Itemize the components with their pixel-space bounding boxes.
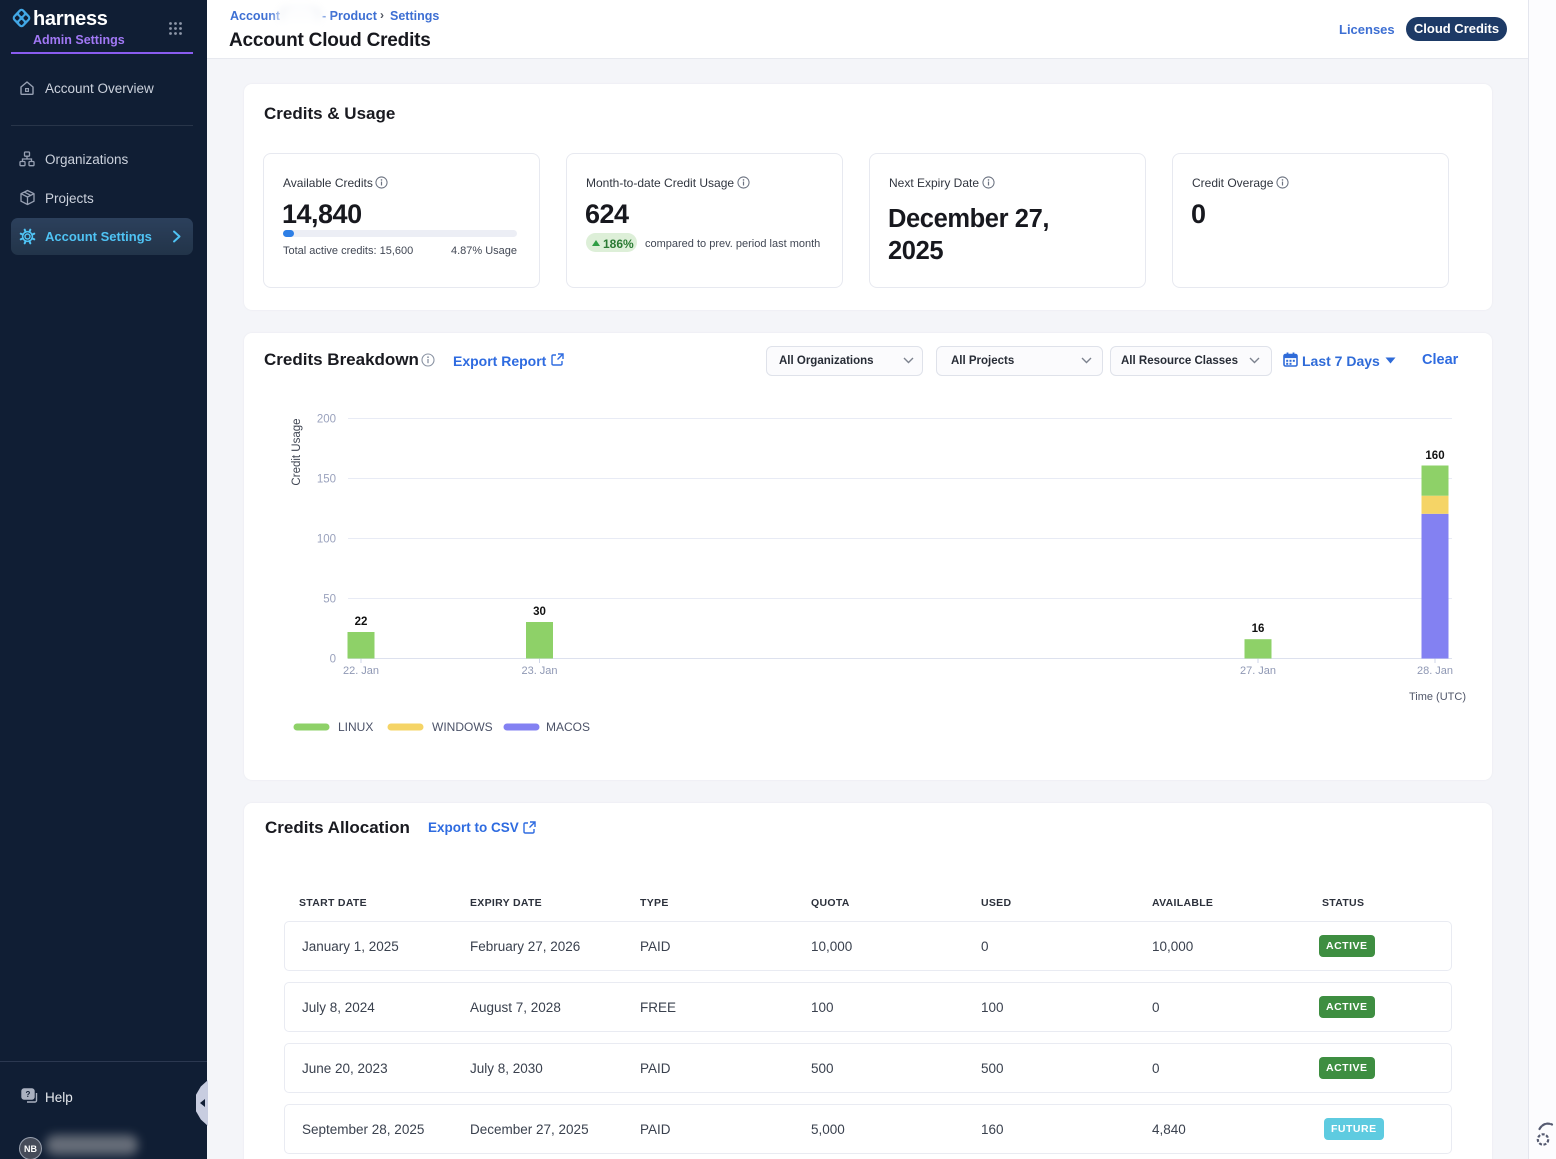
svg-text:27. Jan: 27. Jan xyxy=(1240,665,1276,677)
svg-text:100: 100 xyxy=(317,534,336,546)
svg-text:?: ? xyxy=(26,1090,31,1099)
svg-text:16: 16 xyxy=(1252,623,1265,635)
svg-text:Credit Usage: Credit Usage xyxy=(291,418,303,485)
svg-text:WINDOWS: WINDOWS xyxy=(432,720,493,734)
svg-text:LINUX: LINUX xyxy=(338,720,373,734)
svg-text:22: 22 xyxy=(355,616,368,628)
svg-text:28. Jan: 28. Jan xyxy=(1417,665,1453,677)
svg-text:30: 30 xyxy=(533,606,546,618)
svg-text:0: 0 xyxy=(330,654,336,666)
svg-text:160: 160 xyxy=(1425,450,1444,462)
svg-text:22. Jan: 22. Jan xyxy=(343,665,379,677)
svg-text:150: 150 xyxy=(317,474,336,486)
svg-text:23. Jan: 23. Jan xyxy=(521,665,557,677)
svg-text:Time (UTC): Time (UTC) xyxy=(1409,691,1466,703)
svg-text:200: 200 xyxy=(317,414,336,426)
svg-text:MACOS: MACOS xyxy=(546,720,590,734)
svg-text:50: 50 xyxy=(323,594,336,606)
